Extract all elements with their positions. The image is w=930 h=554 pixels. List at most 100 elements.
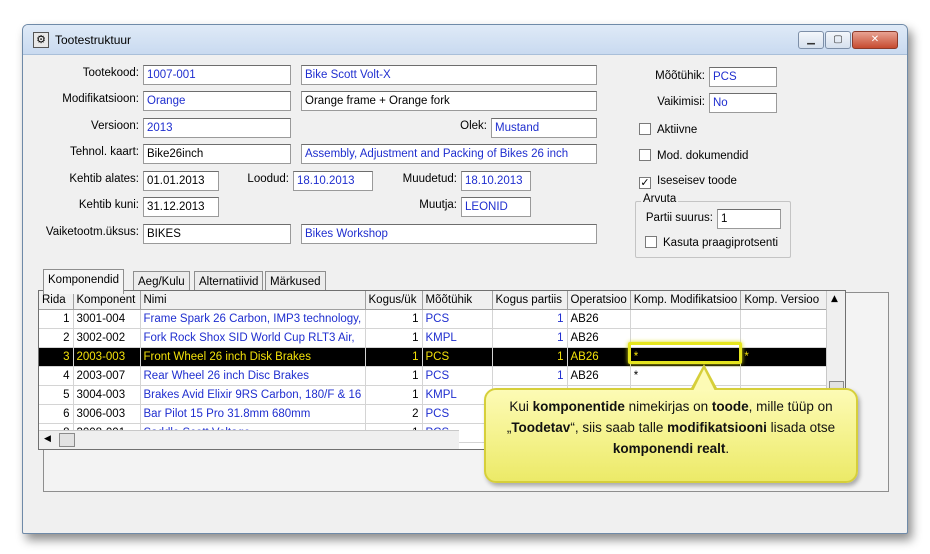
mootuhik-field[interactable]: PCS <box>709 67 777 87</box>
cell-rida: 3 <box>39 347 74 367</box>
tab-komponendid[interactable]: Komponendid <box>43 269 124 294</box>
cell-komponent: 3006-003 <box>73 404 141 424</box>
maximize-icon[interactable]: ▢ <box>825 31 851 49</box>
cell-komponent: 2003-007 <box>73 366 141 386</box>
versioon-field[interactable]: 2013 <box>143 118 291 138</box>
cell-komp-versioon[interactable]: * <box>740 347 832 367</box>
vaikimisi-field[interactable]: No <box>709 93 777 113</box>
cell-kogus-partiis: 1 <box>492 366 568 386</box>
table-row[interactable]: 1 3001-004 Frame Spark 26 Carbon, IMP3 t… <box>39 309 832 329</box>
check-icon: ✓ <box>639 176 651 189</box>
muutja-field: LEONID <box>461 197 531 217</box>
col-operatsioon[interactable]: Operatsioo <box>567 291 631 310</box>
kehtib-alates-field[interactable]: 01.01.2013 <box>143 171 219 191</box>
checkbox-icon <box>639 123 651 135</box>
vaiketootm-field[interactable]: BIKES <box>143 224 291 244</box>
cell-komponent: 3002-002 <box>73 328 141 348</box>
help-callout: Kui komponentide nimekirjas on toode, mi… <box>484 388 858 483</box>
cell-operatsioon: AB26 <box>567 328 631 348</box>
modifikatsioon-field[interactable]: Orange <box>143 91 291 111</box>
tootekood-field[interactable]: 1007-001 <box>143 65 291 85</box>
modifikatsioon-label: Modifikatsioon: <box>62 93 139 105</box>
muutja-label: Muutja: <box>419 199 457 211</box>
cell-nimi: Fork Rock Shox SID World Cup RLT3 Air, <box>140 328 366 348</box>
cell-kogus: 1 <box>365 328 423 348</box>
aktiivne-label: Aktiivne <box>657 124 698 136</box>
cell-kogus: 1 <box>365 347 423 367</box>
tehnol-kaart-description: Assembly, Adjustment and Packing of Bike… <box>301 144 597 164</box>
mod-dokumendid-checkbox[interactable]: Mod. dokumendid <box>639 149 748 162</box>
close-icon[interactable]: ✕ <box>852 31 898 49</box>
cell-komponent: 3004-003 <box>73 385 141 405</box>
col-komp-modifikatsioon[interactable]: Komp. Modifikatsioo <box>630 291 742 310</box>
cell-komponent: 3001-004 <box>73 309 141 329</box>
cell-komp-modifikatsioon[interactable]: * <box>630 366 742 386</box>
kehtib-kuni-label: Kehtib kuni: <box>78 199 139 211</box>
cell-nimi: Front Wheel 26 inch Disk Brakes <box>140 347 366 367</box>
cell-mootuhik: KMPL <box>422 328 493 348</box>
col-mootuhik[interactable]: Mõõtühik <box>422 291 493 310</box>
scroll-left-icon[interactable]: ◀ <box>44 434 51 444</box>
aktiivne-checkbox[interactable]: Aktiivne <box>639 123 697 136</box>
col-kogus-partiis[interactable]: Kogus partiis <box>492 291 568 310</box>
vaiketootm-label: Vaiketootm.üksus: <box>45 226 139 238</box>
cell-rida: 6 <box>39 404 74 424</box>
callout-pointer-fill <box>693 369 715 391</box>
tehnol-kaart-field[interactable]: Bike26inch <box>143 144 291 164</box>
loodud-field: 18.10.2013 <box>293 171 373 191</box>
muudetud-label: Muudetud: <box>402 173 457 185</box>
cell-komponent: 2003-003 <box>73 347 141 367</box>
scroll-thumb[interactable] <box>59 433 75 447</box>
cell-rida: 2 <box>39 328 74 348</box>
cell-komp-versioon[interactable] <box>740 366 832 386</box>
cell-mootuhik: PCS <box>422 404 493 424</box>
col-kogus[interactable]: Kogus/ük <box>365 291 423 310</box>
grid-horizontal-scrollbar[interactable]: ◀ <box>39 430 459 449</box>
cell-komp-versioon[interactable] <box>740 328 832 348</box>
versioon-label: Versioon: <box>91 120 139 132</box>
mootuhik-label: Mõõtühik: <box>655 70 705 82</box>
callout-text: “, siis saab talle <box>570 420 668 435</box>
olek-field[interactable]: Mustand <box>491 118 597 138</box>
callout-text: lisada otse <box>766 420 836 435</box>
cell-kogus-partiis: 1 <box>492 347 568 367</box>
iseseisev-toode-label: Iseseisev toode <box>657 175 737 187</box>
minimize-icon[interactable]: ▁ <box>798 31 824 49</box>
modification-cell-highlight <box>628 342 742 364</box>
iseseisev-toode-checkbox[interactable]: ✓ Iseseisev toode <box>639 175 737 189</box>
callout-text: . <box>725 441 730 456</box>
cell-komp-modifikatsioon[interactable] <box>630 309 742 329</box>
col-komp-versioon[interactable]: Komp. Versioo <box>740 291 832 310</box>
kehtib-kuni-field[interactable]: 31.12.2013 <box>143 197 219 217</box>
cell-kogus: 1 <box>365 366 423 386</box>
callout-text: Kui <box>509 399 533 414</box>
vaiketootm-description: Bikes Workshop <box>301 224 597 244</box>
grid-header: Rida Komponent Nimi Kogus/ük Mõõtühik Ko… <box>39 291 832 310</box>
cell-mootuhik: PCS <box>422 366 493 386</box>
cell-nimi: Bar Pilot 15 Pro 31.8mm 680mm <box>140 404 366 424</box>
muudetud-field: 18.10.2013 <box>461 171 531 191</box>
window-title: Tootestruktuur <box>55 33 132 47</box>
callout-text: nimekirjas on <box>624 399 712 414</box>
tootekood-label: Tootekood: <box>82 67 139 79</box>
kehtib-alates-label: Kehtib alates: <box>69 173 139 185</box>
cell-rida: 1 <box>39 309 74 329</box>
tehnol-kaart-label: Tehnol. kaart: <box>69 146 139 158</box>
cell-kogus-partiis: 1 <box>492 328 568 348</box>
callout-bold: komponendi realt <box>612 441 726 456</box>
arvuta-title: Arvuta <box>641 193 679 205</box>
cell-kogus: 2 <box>365 404 423 424</box>
kasuta-praagiprotsenti-checkbox[interactable]: Kasuta praagiprotsenti <box>645 236 778 249</box>
cell-operatsioon: AB26 <box>567 347 631 367</box>
cell-mootuhik: KMPL <box>422 385 493 405</box>
cell-nimi: Brakes Avid Elixir 9RS Carbon, 180/F & 1… <box>140 385 366 405</box>
cell-kogus: 1 <box>365 309 423 329</box>
cell-komp-versioon[interactable] <box>740 309 832 329</box>
scroll-up-icon[interactable]: ▲ <box>831 294 838 304</box>
col-nimi[interactable]: Nimi <box>140 291 366 310</box>
tootekood-description: Bike Scott Volt-X <box>301 65 597 85</box>
partii-suurus-field[interactable]: 1 <box>717 209 781 229</box>
title-bar[interactable]: ⚙ Tootestruktuur ▁ ▢ ✕ <box>23 25 907 55</box>
mod-dokumendid-label: Mod. dokumendid <box>657 150 749 162</box>
cell-nimi: Rear Wheel 26 inch Disc Brakes <box>140 366 366 386</box>
